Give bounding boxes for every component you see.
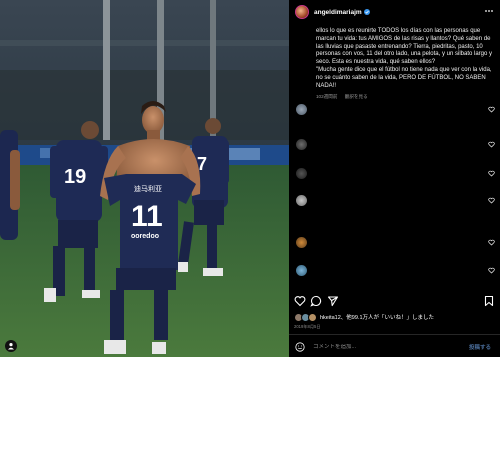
- tagged-user-icon[interactable]: [5, 340, 17, 352]
- more-options-icon[interactable]: [484, 6, 494, 16]
- comment-input[interactable]: [313, 343, 453, 350]
- caption-paragraph-2: "Mucha gente dice que el fútbol no tiene…: [316, 66, 492, 89]
- post-photo[interactable]: 19 7 迪马利亚 11 ooredoo: [0, 0, 289, 357]
- add-comment-bar: 投稿する: [289, 334, 500, 358]
- instagram-post: 19 7 迪马利亚 11 ooredoo angeldimariajm ello…: [0, 0, 500, 357]
- comment-avatar[interactable]: [296, 195, 307, 206]
- jersey-name: 迪马利亚: [134, 184, 162, 193]
- post-caption: ellos lo que es reunirte TODOS los días …: [316, 28, 494, 101]
- comment-avatar[interactable]: [296, 265, 307, 276]
- like-comment-icon[interactable]: [488, 239, 495, 246]
- comment-avatar[interactable]: [296, 237, 307, 248]
- like-comment-icon[interactable]: [488, 170, 495, 177]
- jersey-number: 11: [131, 200, 163, 233]
- post-header: angeldimariajm: [289, 0, 500, 24]
- like-comment-icon[interactable]: [488, 141, 495, 148]
- comment-row: [295, 139, 495, 151]
- jersey-sponsor: ooredoo: [131, 233, 159, 240]
- caption-time: 102週間前: [316, 94, 338, 100]
- comment-row: [295, 195, 495, 207]
- comment-avatar[interactable]: [296, 168, 307, 179]
- avatar[interactable]: [295, 5, 309, 19]
- post-comment-button[interactable]: 投稿する: [469, 343, 491, 351]
- caption-meta: 102週間前 翻訳を見る: [316, 93, 494, 101]
- post-side-panel: angeldimariajm ellos lo que es reunirte …: [289, 0, 500, 357]
- post-date: 2019年8月5日: [294, 324, 321, 329]
- like-comment-icon[interactable]: [488, 267, 495, 274]
- post-actions: [289, 293, 500, 309]
- comment-row: [295, 237, 495, 249]
- translate-link[interactable]: 翻訳を見る: [345, 94, 368, 99]
- emoji-icon[interactable]: [295, 341, 305, 352]
- bg-player-number-19: 19: [64, 166, 86, 188]
- comment-row: [295, 168, 495, 180]
- like-comment-icon[interactable]: [488, 197, 495, 204]
- comment-avatar[interactable]: [296, 104, 307, 115]
- comment-icon[interactable]: [310, 295, 322, 307]
- share-icon[interactable]: [327, 295, 339, 307]
- comment-avatar[interactable]: [296, 139, 307, 150]
- like-comment-icon[interactable]: [488, 106, 495, 113]
- likes-text: hkeita12、他99.1万人が「いいね！」しました: [320, 315, 434, 321]
- comment-row: [295, 104, 495, 116]
- photo-illustration: 19 7 迪马利亚 11 ooredoo: [0, 0, 289, 357]
- verified-badge-icon: [363, 9, 370, 15]
- likes-summary[interactable]: hkeita12、他99.1万人が「いいね！」しました: [294, 312, 434, 322]
- comment-row: [295, 265, 495, 277]
- heart-icon[interactable]: [294, 295, 306, 307]
- liker-avatar: [308, 312, 317, 322]
- caption-paragraph-1: ellos lo que es reunirte TODOS los días …: [316, 28, 493, 66]
- post-username[interactable]: angeldimariajm: [314, 9, 362, 16]
- bookmark-icon[interactable]: [483, 295, 495, 307]
